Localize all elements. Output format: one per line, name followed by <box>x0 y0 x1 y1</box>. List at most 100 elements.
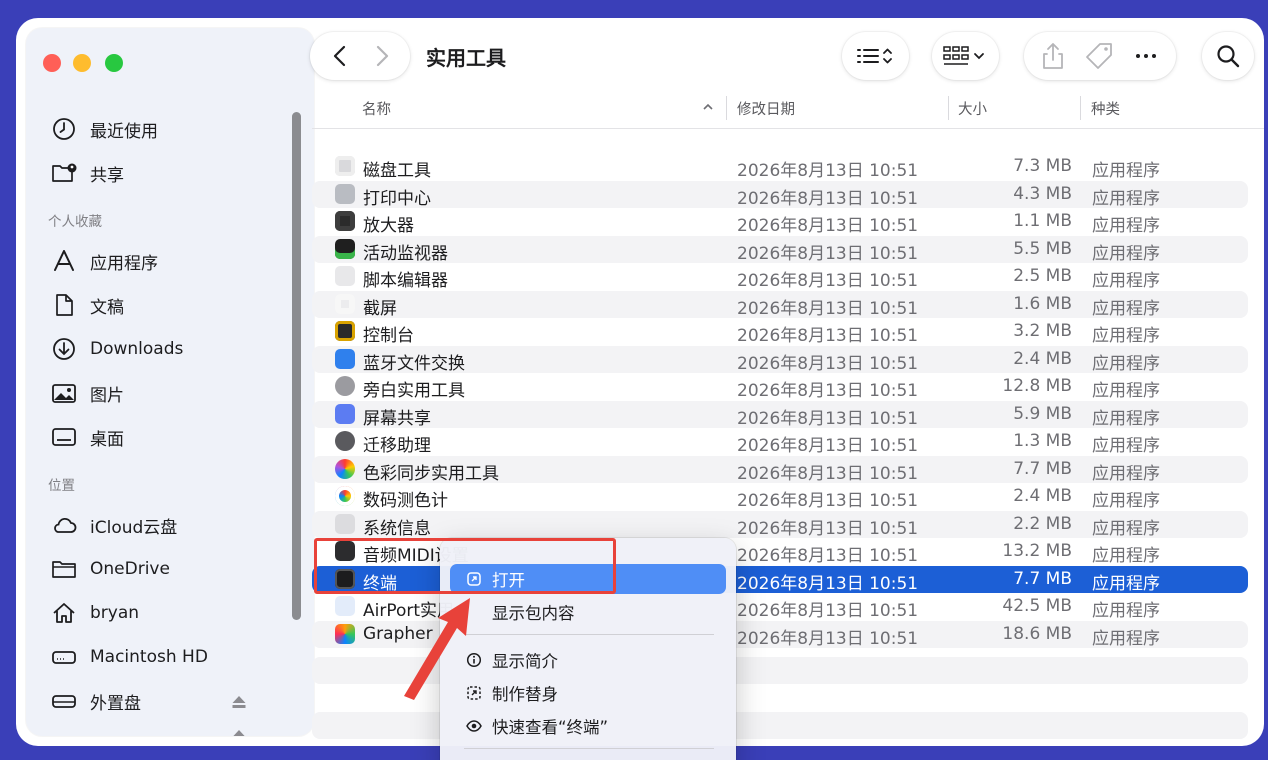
file-date: 2026年8月13日 10:51 <box>737 573 919 594</box>
file-name: 控制台 <box>363 326 414 346</box>
file-row[interactable]: 色彩同步实用工具 2026年8月13日 10:51 7.7 MB 应用程序 <box>312 455 1248 484</box>
menu-item-label: 显示简介 <box>492 652 558 671</box>
file-date: 2026年8月13日 10:51 <box>737 188 919 209</box>
file-kind: 应用程序 <box>1092 518 1160 539</box>
sidebar-item-label: 桌面 <box>90 429 124 450</box>
clock-icon <box>50 116 78 142</box>
file-size: 42.5 MB <box>1002 596 1072 616</box>
search-icon <box>1217 45 1240 68</box>
menu-item-label: 制作替身 <box>492 685 558 704</box>
window-title: 实用工具 <box>426 46 506 70</box>
sidebar-scrollbar[interactable] <box>292 112 301 620</box>
file-date: 2026年8月13日 10:51 <box>737 518 919 539</box>
tag-icon[interactable] <box>1084 41 1114 71</box>
file-name: 蓝牙文件交换 <box>363 353 465 374</box>
file-kind: 应用程序 <box>1092 326 1160 346</box>
sidebar-item-desktop[interactable]: 桌面 <box>50 422 280 452</box>
file-size: 3.2 MB <box>1013 321 1072 341</box>
menu-item-label: 快速查看“终端” <box>492 718 609 737</box>
share-icon[interactable] <box>1039 41 1067 71</box>
file-kind: 应用程序 <box>1092 463 1160 484</box>
file-row[interactable]: 磁盘工具 2026年8月13日 10:51 7.3 MB 应用程序 <box>312 153 1248 181</box>
file-row[interactable]: 截屏 2026年8月13日 10:51 1.6 MB 应用程序 <box>312 290 1248 319</box>
sidebar-item-label: OneDrive <box>90 559 170 579</box>
search-button[interactable] <box>1202 32 1254 80</box>
file-row[interactable]: 数码测色计 2026年8月13日 10:51 2.4 MB 应用程序 <box>312 483 1248 511</box>
column-separator[interactable] <box>948 96 949 120</box>
print-center-icon <box>335 183 355 204</box>
close-window-button[interactable] <box>43 54 61 72</box>
cloud-icon <box>50 512 78 538</box>
file-date: 2026年8月13日 10:51 <box>737 436 919 456</box>
screen-sharing-icon <box>335 403 355 424</box>
view-options-button[interactable] <box>842 32 909 80</box>
sidebar-item-recent[interactable]: 最近使用 <box>50 114 280 144</box>
locations-header: 位置 <box>48 478 75 494</box>
file-row[interactable]: 活动监视器 2026年8月13日 10:51 5.5 MB 应用程序 <box>312 235 1248 264</box>
file-row[interactable]: 蓝牙文件交换 2026年8月13日 10:51 2.4 MB 应用程序 <box>312 345 1248 374</box>
file-row[interactable]: 迁移助理 2026年8月13日 10:51 1.3 MB 应用程序 <box>312 428 1248 456</box>
sidebar-item-downloads[interactable]: Downloads <box>50 334 280 364</box>
sidebar-item-label: Macintosh HD <box>90 647 208 667</box>
column-header-name[interactable]: 名称 <box>362 98 391 119</box>
file-date: 2026年8月13日 10:51 <box>737 298 919 319</box>
column-separator[interactable] <box>1080 96 1081 120</box>
file-size: 2.2 MB <box>1013 513 1072 534</box>
menu-item-make-alias[interactable]: 制作替身 <box>450 678 726 708</box>
file-row[interactable]: 系统信息 2026年8月13日 10:51 2.2 MB 应用程序 <box>312 510 1248 539</box>
menu-item-quick-look[interactable]: 快速查看“终端” <box>450 711 726 741</box>
file-date: 2026年8月13日 10:51 <box>737 628 919 649</box>
file-row[interactable]: 放大器 2026年8月13日 10:51 1.1 MB 应用程序 <box>312 208 1248 236</box>
sidebar-item-shared[interactable]: 共享 <box>50 158 280 188</box>
photo-icon <box>50 380 78 406</box>
group-by-button[interactable] <box>932 32 999 80</box>
file-size: 7.3 MB <box>1013 156 1072 176</box>
file-row[interactable]: 屏幕共享 2026年8月13日 10:51 5.9 MB 应用程序 <box>312 400 1248 429</box>
file-row[interactable]: 打印中心 2026年8月13日 10:51 4.3 MB 应用程序 <box>312 180 1248 209</box>
sidebar-item-documents[interactable]: 文稿 <box>50 290 280 320</box>
file-kind: 应用程序 <box>1092 243 1160 264</box>
sidebar-item-applications[interactable]: 应用程序 <box>50 246 280 276</box>
sidebar-item-pictures[interactable]: 图片 <box>50 378 280 408</box>
file-size: 18.6 MB <box>1002 623 1072 644</box>
download-icon <box>50 336 78 362</box>
sidebar-item-icloud[interactable]: iCloud云盘 <box>50 510 280 540</box>
file-row[interactable]: 控制台 2026年8月13日 10:51 3.2 MB 应用程序 <box>312 318 1248 346</box>
minimize-window-button[interactable] <box>73 54 91 72</box>
menu-item-get-info[interactable]: 显示简介 <box>450 645 726 675</box>
more-icon[interactable] <box>1131 41 1161 71</box>
file-date: 2026年8月13日 10:51 <box>737 271 919 291</box>
file-kind: 应用程序 <box>1092 216 1160 236</box>
applications-icon <box>50 248 78 274</box>
script-editor-icon <box>335 266 355 286</box>
digital-color-meter-icon <box>335 486 355 506</box>
sidebar-item-home[interactable]: bryan <box>50 598 280 628</box>
eject-icon[interactable] <box>232 696 246 708</box>
column-header-kind[interactable]: 种类 <box>1091 98 1120 119</box>
file-row[interactable]: 脚本编辑器 2026年8月13日 10:51 2.5 MB 应用程序 <box>312 263 1248 291</box>
menu-item-label: 显示包内容 <box>492 604 575 623</box>
file-date: 2026年8月13日 10:51 <box>737 353 919 374</box>
sidebar-item-label: 图片 <box>90 385 124 406</box>
activity-monitor-icon <box>335 238 355 259</box>
sidebar-item-macintosh-hd[interactable]: Macintosh HD <box>50 642 280 672</box>
file-kind: 应用程序 <box>1092 573 1160 594</box>
sidebar-item-onedrive[interactable]: OneDrive <box>50 554 280 584</box>
forward-icon[interactable] <box>360 41 404 71</box>
column-header-size[interactable]: 大小 <box>958 98 987 119</box>
file-name: 脚本编辑器 <box>363 271 448 291</box>
eject-icon[interactable] <box>232 730 246 736</box>
migration-assistant-icon <box>335 431 355 451</box>
file-name: 色彩同步实用工具 <box>363 463 499 484</box>
file-size: 2.4 MB <box>1013 486 1072 506</box>
file-size: 5.5 MB <box>1013 238 1072 259</box>
file-kind: 应用程序 <box>1092 298 1160 319</box>
column-header-modified[interactable]: 修改日期 <box>737 98 795 119</box>
back-icon[interactable] <box>316 41 360 71</box>
bluetooth-icon <box>335 348 355 369</box>
menu-item-show-package[interactable]: 显示包内容 <box>450 597 726 627</box>
file-kind: 应用程序 <box>1092 546 1160 566</box>
file-row[interactable]: 旁白实用工具 2026年8月13日 10:51 12.8 MB 应用程序 <box>312 373 1248 401</box>
zoom-window-button[interactable] <box>105 54 123 72</box>
column-separator[interactable] <box>726 96 727 120</box>
